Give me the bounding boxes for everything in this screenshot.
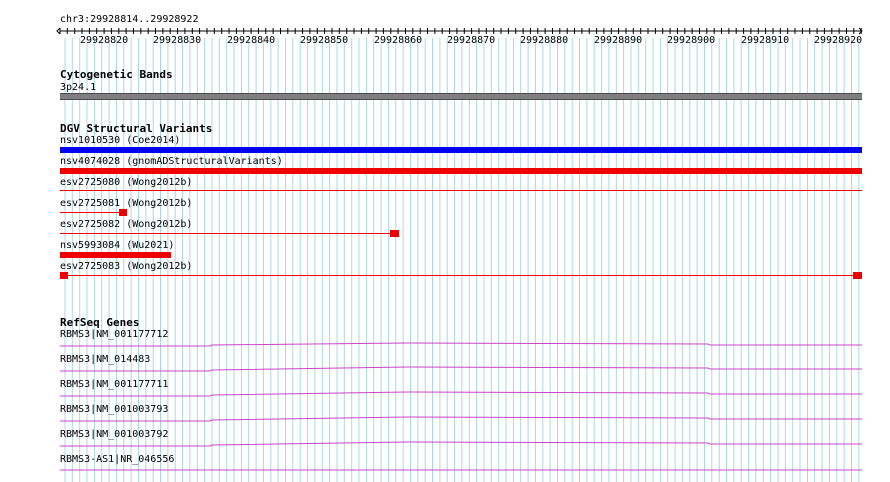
tick-label: 29928830 [153, 35, 202, 46]
cytoband-track-title[interactable]: Cytogenetic Bands [60, 68, 173, 81]
gene-model-line [60, 342, 862, 347]
dgv-feature-line[interactable] [60, 212, 120, 213]
dgv-feature-line[interactable] [60, 275, 862, 276]
dgv-feature-label[interactable]: esv2725082 (Wong2012b) [60, 219, 192, 231]
dgv-feature-bar[interactable] [60, 252, 171, 258]
tick-label: 29928910 [741, 35, 790, 46]
gene-model-line [60, 441, 862, 447]
dgv-feature-label[interactable]: nsv5993084 (Wu2021) [60, 240, 174, 252]
tick-label: 29928920 [814, 35, 863, 46]
dgv-feature-label[interactable]: esv2725083 (Wong2012b) [60, 261, 192, 273]
dgv-feature-block[interactable] [60, 272, 68, 279]
cytoband-bar[interactable] [60, 93, 862, 100]
tick-label: 29928840 [227, 35, 276, 46]
dgv-feature-line[interactable] [60, 190, 862, 191]
tick-label: 29928820 [80, 35, 129, 46]
gene-model-line [60, 416, 862, 422]
dgv-feature-block[interactable] [853, 272, 862, 279]
gene-model-line [60, 366, 862, 372]
dgv-feature-block[interactable] [119, 209, 127, 216]
dgv-feature-label[interactable]: nsv1010530 (Coe2014) [60, 135, 180, 147]
gene-model-line [60, 391, 862, 397]
tick-label: 29928850 [300, 35, 349, 46]
dgv-feature-block[interactable] [390, 230, 399, 237]
dgv-feature-bar[interactable] [60, 147, 862, 153]
refseq-gene-models[interactable] [0, 320, 890, 482]
tick-label: 29928890 [594, 35, 643, 46]
tick-label: 29928870 [447, 35, 496, 46]
dgv-track-title[interactable]: DGV Structural Variants [60, 122, 212, 135]
dgv-feature-label[interactable]: esv2725080 (Wong2012b) [60, 177, 192, 189]
tick-label: 29928860 [374, 35, 423, 46]
dgv-feature-label[interactable]: nsv4074028 (gnomADStructuralVariants) [60, 156, 283, 168]
tick-label: 29928900 [667, 35, 716, 46]
dgv-feature-line[interactable] [60, 233, 391, 234]
dgv-feature-bar[interactable] [60, 168, 862, 174]
tick-label: 29928880 [520, 35, 569, 46]
